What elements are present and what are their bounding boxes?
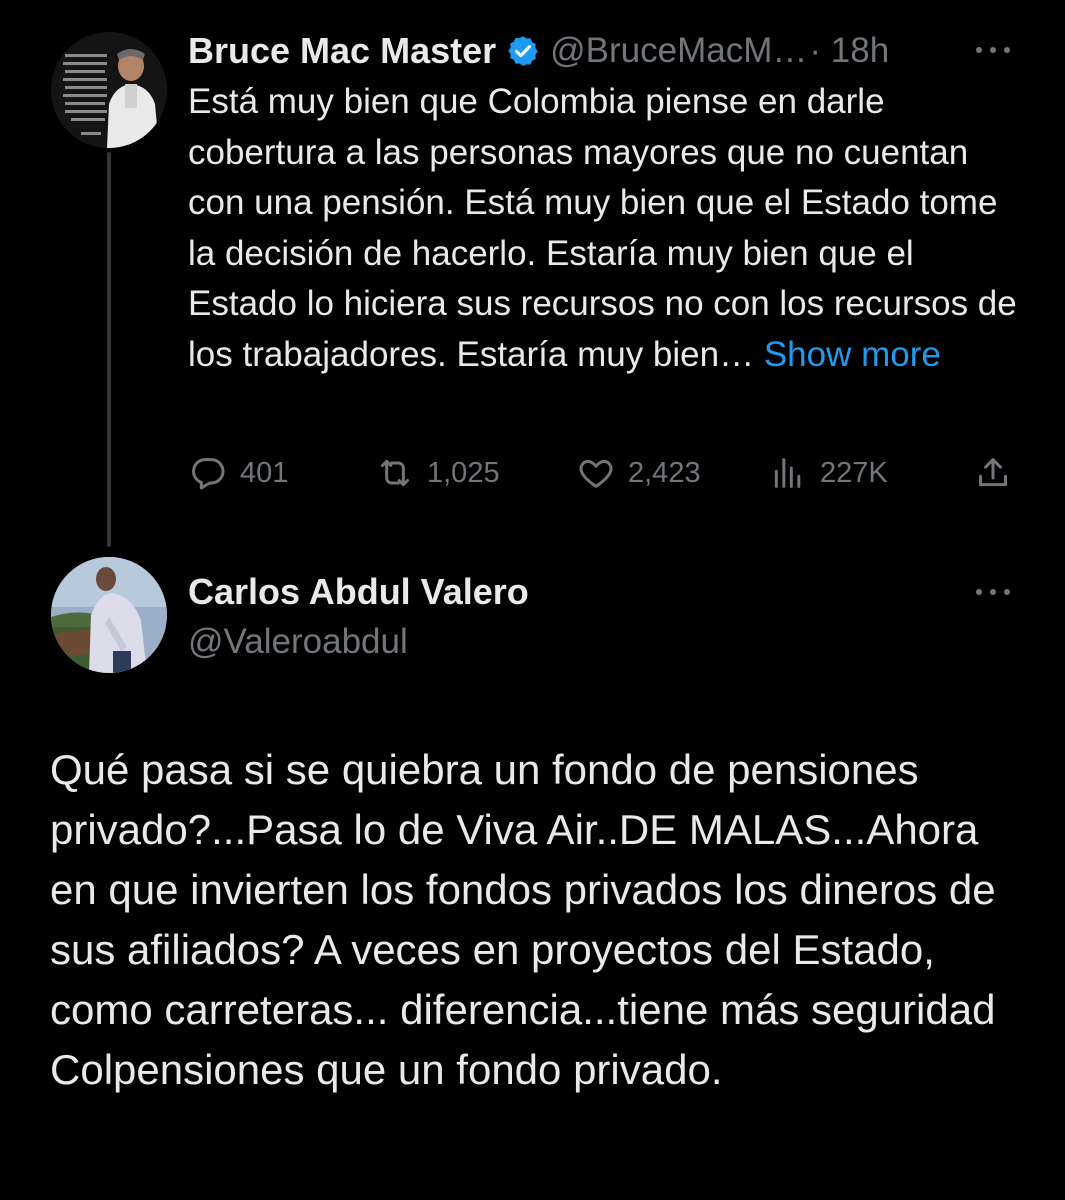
show-more-link[interactable]: Show more [764,335,941,374]
verified-badge-icon[interactable] [506,34,540,68]
share-button[interactable] [973,448,1025,498]
tweet1-text: Está muy bien que Colombia piense en dar… [188,82,1017,374]
reply-icon [192,458,225,490]
author-name[interactable]: Bruce Mac Master [188,30,496,72]
more-options-icon[interactable] [973,40,1013,60]
retweet-count: 1,025 [427,456,500,489]
tweet1-body: Está muy bien que Colombia piense en dar… [188,77,1018,381]
author-handle[interactable]: @Valeroabdul [188,616,529,668]
thread-connector-line [107,152,111,547]
tweet-time[interactable]: · 18h [809,31,889,71]
retweet-icon [381,459,409,487]
avatar-carlos-abdul-valero[interactable] [51,557,167,673]
reply-button[interactable]: 401 [188,448,288,498]
author-name[interactable]: Carlos Abdul Valero [188,568,529,616]
tweet1-header: Bruce Mac Master @BruceMacM… · 18h [188,26,889,76]
tweet2-header: Carlos Abdul Valero @Valeroabdul [188,568,529,668]
share-icon [979,458,1007,487]
reply-count: 401 [240,456,289,489]
heart-icon [579,459,613,488]
views-chart-icon [774,458,801,488]
views-button[interactable]: 227K [768,448,888,498]
tweet2-text: Qué pasa si se quiebra un fondo de pensi… [50,746,996,1093]
views-count: 227K [820,456,888,489]
avatar-bruce-mac-master[interactable] [51,32,167,148]
more-options-icon[interactable] [973,582,1013,602]
tweet1-action-bar: 401 1,025 2,423 227K [188,448,1018,498]
retweet-button[interactable]: 1,025 [375,448,500,498]
author-handle[interactable]: @BruceMacM… [550,31,807,71]
like-button[interactable]: 2,423 [576,448,701,498]
like-count: 2,423 [628,456,701,489]
